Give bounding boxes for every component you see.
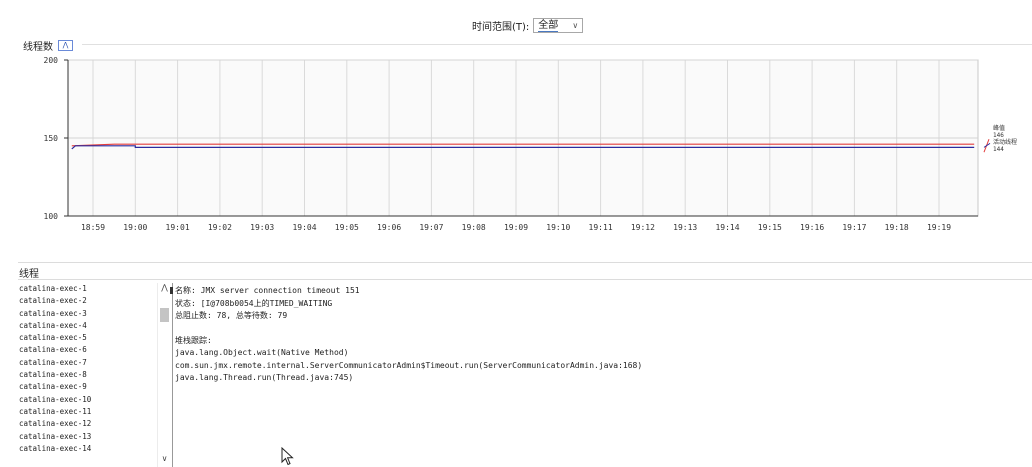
thread-name: 名称: JMX server connection timeout 151 (175, 286, 360, 295)
scroll-down-icon[interactable]: ∨ (158, 454, 171, 464)
collapse-button[interactable]: ⋀ (58, 40, 73, 51)
scroll-thumb[interactable] (160, 308, 169, 322)
splitter-handle[interactable] (170, 287, 173, 294)
legend-label: 活动线程 (993, 138, 1017, 146)
x-tick-label: 19:18 (885, 223, 909, 232)
x-tick-label: 19:19 (927, 223, 951, 232)
x-tick-label: 19:02 (208, 223, 232, 232)
x-tick-label: 19:13 (673, 223, 697, 232)
thread-state: 状态: [I@708b0054上的TIMED_WAITING (175, 298, 333, 308)
y-tick-label: 100 (44, 212, 59, 221)
x-tick-label: 19:10 (546, 223, 570, 232)
thread-list-item[interactable]: catalina-exec-11 (19, 406, 169, 418)
x-tick-label: 19:12 (631, 223, 655, 232)
thread-list-scrollbar[interactable]: ⋀ ∨ (157, 283, 170, 467)
thread-list-item[interactable]: catalina-exec-13 (19, 431, 169, 443)
x-tick-label: 19:04 (292, 223, 316, 232)
x-tick-label: 19:17 (842, 223, 866, 232)
section-divider (18, 262, 1032, 263)
mouse-pointer-icon (281, 447, 294, 466)
stack-frame: java.lang.Object.wait(Native Method) (175, 348, 349, 357)
stack-frame: com.sun.jmx.remote.internal.ServerCommun… (175, 360, 643, 370)
x-tick-label: 19:03 (250, 223, 274, 232)
thread-count-panel-header: 线程数 ⋀ (23, 38, 73, 53)
y-tick-label: 200 (44, 56, 59, 65)
legend-label: 峰值 (993, 124, 1005, 132)
y-tick-label: 150 (44, 134, 59, 143)
chevron-up-icon: ⋀ (62, 41, 69, 49)
stack-trace-header: 堆栈跟踪: (175, 335, 212, 345)
time-range-control: 时间范围(T): 全部 ∨ (472, 18, 584, 33)
thread-list-item[interactable]: catalina-exec-9 (19, 381, 169, 393)
x-tick-label: 19:00 (123, 223, 147, 232)
split-divider[interactable] (172, 283, 173, 467)
legend-label: 146 (993, 132, 1004, 139)
thread-detail-pane: 名称: JMX server connection timeout 151 状态… (175, 285, 642, 385)
tab-divider (18, 279, 1032, 280)
thread-list-item[interactable]: catalina-exec-5 (19, 332, 169, 344)
x-tick-label: 19:11 (589, 223, 613, 232)
thread-list-item[interactable]: catalina-exec-10 (19, 394, 169, 406)
panel-title: 线程数 (23, 42, 53, 53)
chevron-down-icon: ∨ (572, 21, 579, 30)
thread-count-chart: 18:59 19:00 19:01 19:02 19:03 19:04 19:05 19:06… (44, 56, 1017, 232)
thread-list-item[interactable]: catalina-exec-7 (19, 357, 169, 369)
thread-list-item[interactable]: catalina-exec-2 (19, 295, 169, 307)
x-tick-label: 19:08 (462, 223, 486, 232)
panel-divider (82, 44, 1032, 45)
x-tick-label: 19:15 (758, 223, 782, 232)
x-tick-label: 19:06 (377, 223, 401, 232)
thread-list-item[interactable]: catalina-exec-4 (19, 320, 169, 332)
x-tick-label: 19:05 (335, 223, 359, 232)
x-tick-label: 18:59 (81, 223, 105, 232)
legend-label: 144 (993, 146, 1004, 153)
x-tick-label: 19:07 (419, 223, 443, 232)
time-range-label: 时间范围(T): (472, 22, 530, 33)
thread-list[interactable]: catalina-exec-1 catalina-exec-2 catalina-e… (19, 283, 169, 467)
x-tick-label: 19:09 (504, 223, 528, 232)
thread-list-item[interactable]: catalina-exec-1 (19, 283, 169, 295)
thread-list-item[interactable]: catalina-exec-12 (19, 418, 169, 430)
x-tick-label: 19:01 (166, 223, 190, 232)
stack-frame: java.lang.Thread.run(Thread.java:745) (175, 373, 354, 382)
x-tick-label: 19:16 (800, 223, 824, 232)
thread-counts: 总阻止数: 78, 总等待数: 79 (175, 311, 288, 320)
thread-list-item[interactable]: catalina-exec-3 (19, 308, 169, 320)
thread-list-item[interactable]: catalina-exec-6 (19, 344, 169, 356)
x-tick-label: 19:14 (715, 223, 739, 232)
tab-threads[interactable]: 线程 (19, 265, 39, 280)
thread-list-item[interactable]: catalina-exec-14 (19, 443, 169, 455)
time-range-select[interactable]: 全部 ∨ (533, 18, 584, 33)
thread-list-item[interactable]: catalina-exec-8 (19, 369, 169, 381)
time-range-value: 全部 (538, 19, 559, 32)
